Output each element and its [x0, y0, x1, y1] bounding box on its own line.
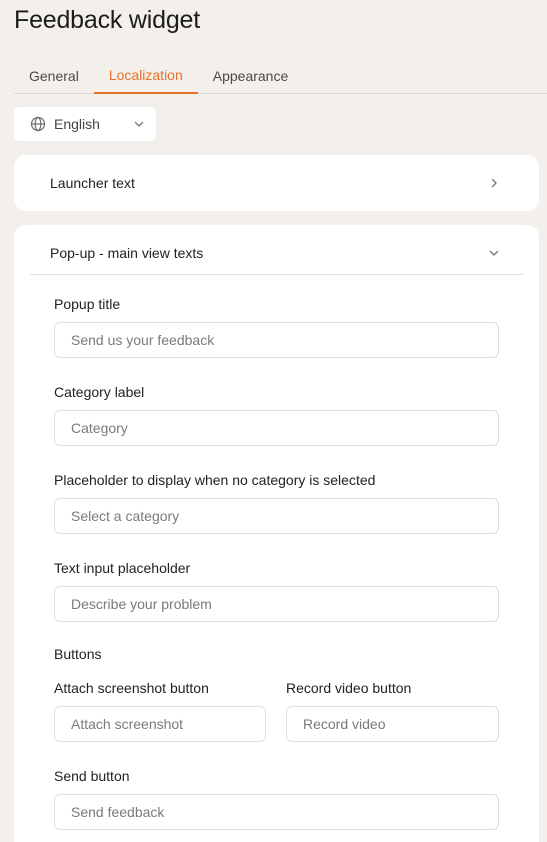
record-video-input[interactable] — [286, 706, 499, 742]
record-video-label: Record video button — [286, 680, 412, 696]
text-input-placeholder-label: Text input placeholder — [54, 560, 191, 576]
send-button-label: Send button — [54, 768, 130, 784]
popup-title-input[interactable] — [54, 322, 499, 358]
chevron-right-icon — [487, 176, 501, 190]
tab-general[interactable]: General — [14, 58, 94, 94]
language-select-value: English — [54, 116, 100, 132]
category-label-label: Category label — [54, 384, 145, 400]
text-input-placeholder-input[interactable] — [54, 586, 499, 622]
chevron-down-icon — [132, 117, 146, 131]
no-category-placeholder-label: Placeholder to display when no category … — [54, 472, 376, 488]
popup-texts-card: Pop-up - main view texts Popup title Cat… — [14, 225, 539, 842]
tab-bar: General Localization Appearance — [14, 58, 547, 94]
tab-appearance[interactable]: Appearance — [198, 58, 304, 94]
popup-title-label: Popup title — [54, 296, 121, 312]
attach-screenshot-label: Attach screenshot button — [54, 680, 209, 696]
launcher-text-card: Launcher text — [14, 155, 539, 211]
tab-localization[interactable]: Localization — [93, 58, 198, 94]
globe-icon — [30, 116, 46, 132]
category-label-input[interactable] — [54, 410, 499, 446]
launcher-text-header[interactable]: Launcher text — [30, 161, 523, 205]
language-select[interactable]: English — [14, 107, 156, 141]
popup-texts-title: Pop-up - main view texts — [50, 244, 204, 261]
chevron-down-icon — [487, 246, 501, 260]
buttons-heading: Buttons — [54, 646, 102, 662]
launcher-text-title: Launcher text — [50, 175, 135, 191]
attach-screenshot-input[interactable] — [54, 706, 266, 742]
page-title: Feedback widget — [14, 6, 201, 34]
send-button-input[interactable] — [54, 794, 499, 830]
no-category-placeholder-input[interactable] — [54, 498, 499, 534]
popup-texts-header[interactable]: Pop-up - main view texts — [30, 231, 523, 275]
